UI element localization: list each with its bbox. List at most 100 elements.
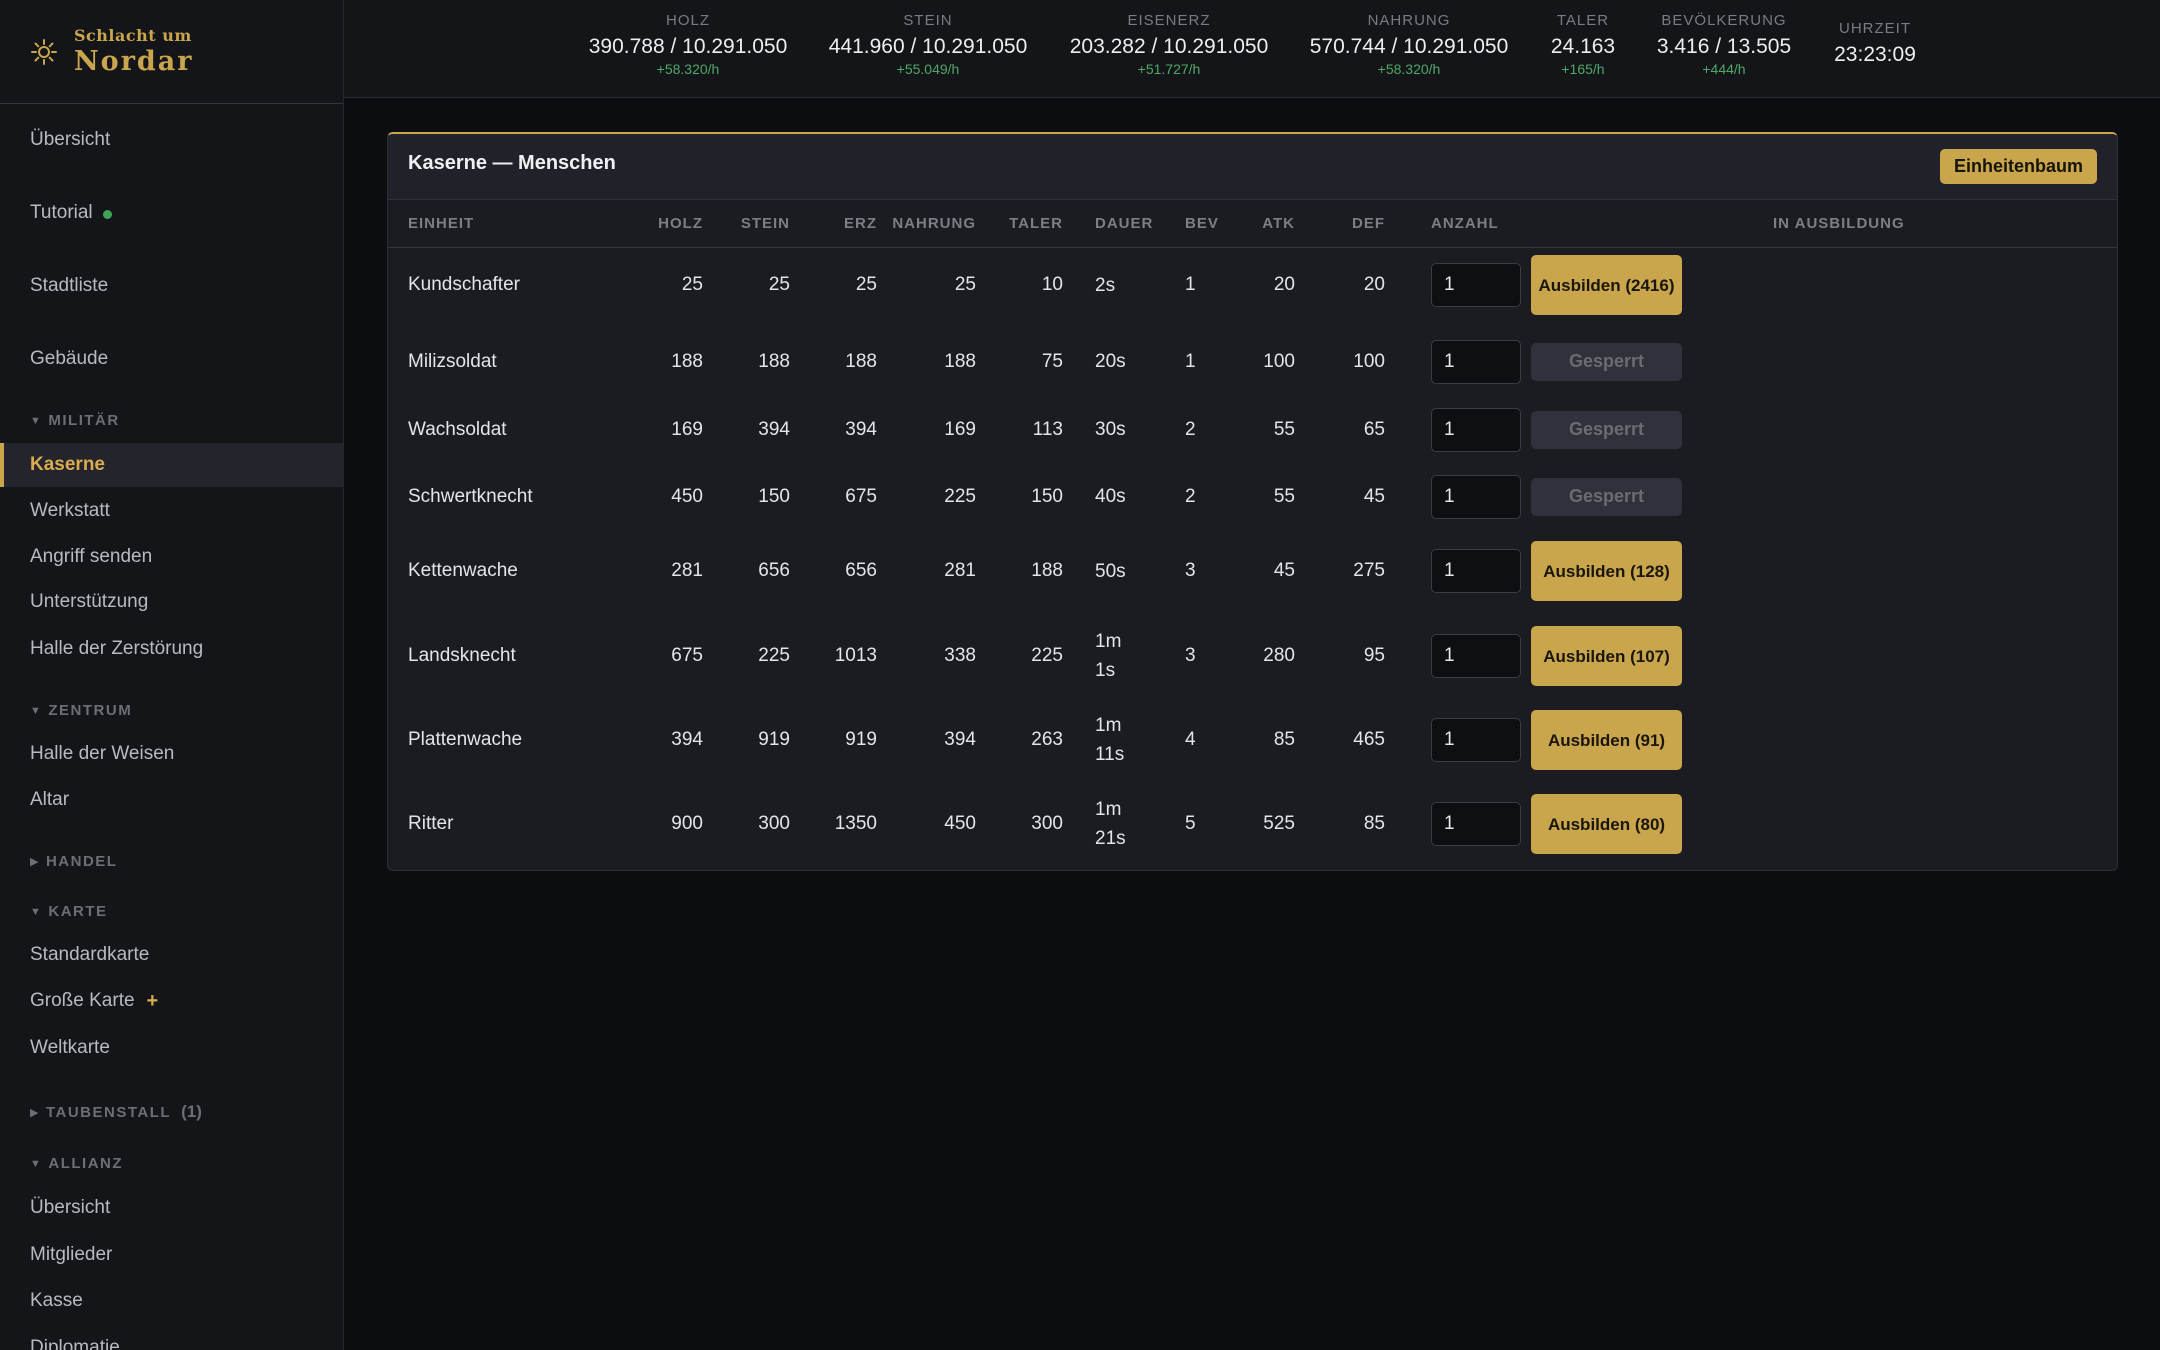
quantity-input[interactable] <box>1431 634 1521 678</box>
sidebar-item-halle-der-zerstoerung[interactable]: Halle der Zerstörung <box>0 627 343 671</box>
sidebar-item-gebaeude[interactable]: Gebäude <box>0 337 343 381</box>
resource-label: Eisenerz <box>1127 12 1211 29</box>
sidebar-item-angriff-senden[interactable]: Angriff senden <box>0 535 343 579</box>
section-label: Zentrum <box>48 702 133 719</box>
resource-taler: Taler 24.163 +165/h <box>1551 12 1615 77</box>
resource-rate: +51.727/h <box>1137 61 1201 77</box>
sidebar-item-grosse-karte[interactable]: Große Karte + <box>0 979 343 1023</box>
caret-down-icon: ▼ <box>30 414 43 427</box>
cost-def: 65 <box>1363 418 1385 440</box>
sidebar: Schlacht um Nordar Übersicht Tutorial St… <box>0 0 344 1350</box>
status-dot-icon <box>102 209 112 219</box>
unit-tree-button[interactable]: Einheitenbaum <box>1939 149 2097 184</box>
clock-label: Uhrzeit <box>1839 20 1911 37</box>
resource-label: Taler <box>1556 12 1610 29</box>
quantity-input[interactable] <box>1431 474 1521 519</box>
caret-down-icon: ▼ <box>30 704 43 717</box>
unit-name: Ritter <box>408 813 454 834</box>
section-label: Handel <box>45 853 118 870</box>
quantity-input[interactable] <box>1431 407 1521 452</box>
train-button[interactable]: Ausbilden (107) <box>1531 626 1682 686</box>
resource-value: 3.416 / 13.505 <box>1656 35 1792 58</box>
resource-label: Bevölkerung <box>1661 12 1787 29</box>
unit-population: 4 <box>1185 729 1196 750</box>
unit-duration: 1m 11s <box>1095 715 1125 765</box>
unit-population: 3 <box>1185 560 1196 581</box>
cost-taler: 150 <box>1031 485 1063 507</box>
unit-duration: 20s <box>1095 351 1126 372</box>
sidebar-item-unterstuetzung[interactable]: Unterstützung <box>0 580 343 624</box>
clock: Uhrzeit 23:23:09 <box>1834 20 1916 67</box>
locked-button[interactable]: Gesperrt <box>1531 477 1682 516</box>
quantity-input[interactable] <box>1431 802 1521 846</box>
sidebar-item-altar[interactable]: Altar <box>0 778 343 822</box>
sidebar-item-label: Große Karte <box>30 990 135 1011</box>
sidebar-item-standardkarte[interactable]: Standardkarte <box>0 933 343 977</box>
unit-name: Kundschafter <box>408 274 520 295</box>
train-button[interactable]: Ausbilden (91) <box>1531 710 1682 770</box>
cost-def: 45 <box>1363 485 1385 507</box>
unit-name: Kettenwache <box>408 560 518 581</box>
brand-title: Nordar <box>74 45 194 77</box>
resource-holz: Holz 390.788 / 10.291.050 +58.320/h <box>589 12 788 77</box>
locked-button[interactable]: Gesperrt <box>1531 410 1682 449</box>
sidebar-item-label: Übersicht <box>30 1197 111 1218</box>
cost-def: 465 <box>1353 729 1385 750</box>
column-header-def: Def <box>1352 215 1385 232</box>
sidebar-item-halle-der-weisen[interactable]: Halle der Weisen <box>0 732 343 776</box>
sidebar-item-label: Altar <box>30 789 70 810</box>
brand-subtitle: Schlacht um <box>74 25 192 45</box>
section-taubenstall[interactable]: ▶ Taubenstall (1) <box>30 1102 202 1122</box>
resource-value: 24.163 <box>1550 35 1616 58</box>
section-handel[interactable]: ▶ Handel <box>30 853 117 870</box>
sidebar-item-kasse[interactable]: Kasse <box>0 1279 343 1323</box>
sidebar-item-diplomatie[interactable]: Diplomatie <box>0 1326 343 1350</box>
sidebar-item-label: Standardkarte <box>30 944 150 965</box>
resource-eisenerz: Eisenerz 203.282 / 10.291.050 +51.727/h <box>1070 12 1269 77</box>
section-karte[interactable]: ▼ Karte <box>30 903 108 920</box>
sidebar-item-stadtliste[interactable]: Stadtliste <box>0 264 343 308</box>
table-row: Plattenwache394919919394263854651m 11s4A… <box>388 700 2117 780</box>
unit-population: 2 <box>1185 485 1196 507</box>
brand-logo[interactable]: Schlacht um Nordar <box>0 0 343 104</box>
cost-taler: 263 <box>1031 729 1063 750</box>
train-button[interactable]: Ausbilden (2416) <box>1531 255 1682 315</box>
unit-name: Milizsoldat <box>408 350 497 372</box>
sidebar-item-mitglieder[interactable]: Mitglieder <box>0 1233 343 1277</box>
table-row: Landsknecht6752251013338225280951m 1s3Au… <box>388 616 2117 696</box>
sidebar-item-kaserne[interactable]: Kaserne <box>0 443 343 487</box>
quantity-input[interactable] <box>1431 339 1521 384</box>
table-row: Wachsoldat169394394169113556530s2Gesperr… <box>388 397 2117 462</box>
quantity-input[interactable] <box>1431 718 1521 762</box>
quantity-input[interactable] <box>1431 263 1521 307</box>
cost-def: 275 <box>1353 560 1385 581</box>
resource-value: 390.788 / 10.291.050 <box>588 35 788 58</box>
sidebar-item-label: Übersicht <box>30 129 111 150</box>
resource-bar: Holz 390.788 / 10.291.050 +58.320/h Stei… <box>344 0 2160 98</box>
sidebar-item-allianz-uebersicht[interactable]: Übersicht <box>0 1186 343 1230</box>
resource-value: 570.744 / 10.291.050 <box>1309 35 1509 58</box>
section-militaer[interactable]: ▼ Militär <box>30 412 120 429</box>
unit-population: 5 <box>1185 813 1196 834</box>
column-header-in-ausbildung: In Ausbildung <box>1773 215 1905 232</box>
cost-taler: 113 <box>1032 418 1063 440</box>
resource-bevoelkerung: Bevölkerung 3.416 / 13.505 +444/h <box>1657 12 1791 77</box>
section-zentrum[interactable]: ▼ Zentrum <box>30 702 132 719</box>
sidebar-item-uebersicht[interactable]: Übersicht <box>0 118 343 162</box>
clock-value: 23:23:09 <box>1834 43 1916 66</box>
sidebar-item-weltkarte[interactable]: Weltkarte <box>0 1026 343 1070</box>
sidebar-item-label: Gebäude <box>30 348 109 369</box>
cost-def: 85 <box>1363 813 1385 834</box>
locked-button[interactable]: Gesperrt <box>1531 342 1682 381</box>
unit-population: 1 <box>1185 274 1196 295</box>
unit-duration: 1m 1s <box>1095 631 1122 681</box>
resource-label: Nahrung <box>1367 12 1451 29</box>
section-allianz[interactable]: ▼ Allianz <box>30 1155 123 1172</box>
sidebar-item-label: Kasse <box>30 1290 83 1311</box>
quantity-input[interactable] <box>1431 549 1521 593</box>
sidebar-item-werkstatt[interactable]: Werkstatt <box>0 489 343 533</box>
caret-right-icon: ▶ <box>30 856 40 868</box>
train-button[interactable]: Ausbilden (128) <box>1531 541 1682 601</box>
sidebar-item-tutorial[interactable]: Tutorial <box>0 191 343 235</box>
train-button[interactable]: Ausbilden (80) <box>1531 794 1682 854</box>
